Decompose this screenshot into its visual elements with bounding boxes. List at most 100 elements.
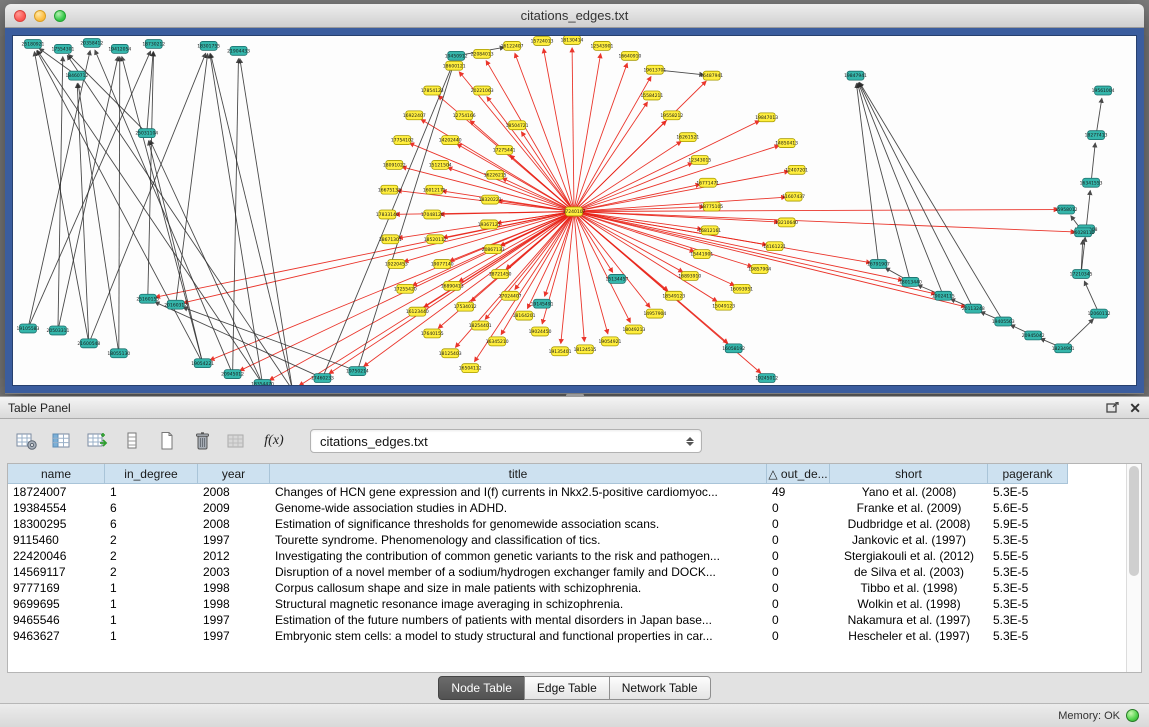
graph-node[interactable]: 17754102 <box>391 136 414 145</box>
graph-node[interactable]: 14161221 <box>763 242 786 251</box>
graph-node[interactable]: 17048120 <box>421 210 444 219</box>
graph-node[interactable]: 18721450 <box>489 269 512 278</box>
graph-node[interactable]: 16012175 <box>423 185 446 194</box>
graph-edge[interactable] <box>486 61 574 212</box>
graph-node[interactable]: 18055130 <box>107 349 130 358</box>
graph-node[interactable]: 16261521 <box>676 133 699 142</box>
column-header[interactable]: year <box>198 464 270 484</box>
delete-column-button[interactable] <box>187 427 217 455</box>
graph-node[interactable]: 18549123 <box>662 291 685 300</box>
graph-node[interactable]: 18671301 <box>379 235 402 244</box>
graph-edge[interactable] <box>574 211 903 280</box>
graph-node[interactable]: 17255420 <box>394 284 417 293</box>
column-header[interactable]: △ out_de... <box>767 464 830 484</box>
graph-node[interactable]: 16893910 <box>678 271 701 280</box>
graph-node[interactable]: 12407201 <box>785 165 808 174</box>
table-row[interactable]: 1938455462009Genome-wide association stu… <box>8 500 1141 516</box>
graph-node[interactable]: 12343015 <box>688 155 711 164</box>
graph-node[interactable]: 21904433 <box>227 46 250 55</box>
graph-node[interactable]: 19145491 <box>531 299 554 308</box>
minimize-button[interactable] <box>34 10 46 22</box>
graph-node[interactable]: 20113248 <box>962 304 985 313</box>
graph-node[interactable]: 25160155 <box>136 294 159 303</box>
graph-node[interactable]: 18460712 <box>65 71 88 80</box>
row-options-button[interactable] <box>117 427 147 455</box>
graph-node[interactable]: 19857904 <box>748 265 771 274</box>
graph-edge[interactable] <box>67 55 292 385</box>
graph-edge[interactable] <box>122 57 203 364</box>
graph-node[interactable]: 19024450 <box>529 327 552 336</box>
graph-edge[interactable] <box>572 48 574 212</box>
graph-node[interactable]: 18354470 <box>251 380 274 385</box>
zoom-button[interactable] <box>54 10 66 22</box>
table-row[interactable]: 1872400712008Changes of HCN gene express… <box>8 484 1141 500</box>
graph-node[interactable]: 18124515 <box>574 345 597 354</box>
new-column-button[interactable] <box>152 427 182 455</box>
show-columns-button[interactable] <box>47 427 77 455</box>
table-row[interactable]: 977716911998Corpus callosum shape and si… <box>8 580 1141 596</box>
import-table-button[interactable] <box>222 427 252 455</box>
graph-edge[interactable] <box>37 51 262 384</box>
graph-node[interactable]: 17024407 <box>499 291 522 300</box>
network-canvas[interactable]: 2518092117554301203584121941205418730212… <box>13 36 1136 385</box>
table-row[interactable]: 946362711997Embryonic stem cells: a mode… <box>8 628 1141 644</box>
graph-node[interactable]: 19105583 <box>17 324 40 333</box>
graph-node[interactable]: 15441901 <box>690 250 713 259</box>
network-window-titlebar[interactable]: citations_edges.txt <box>5 4 1144 28</box>
graph-node[interactable]: 15049123 <box>712 301 735 310</box>
graph-node[interactable]: 18234901 <box>1052 344 1075 353</box>
graph-node[interactable]: 25180921 <box>22 39 45 48</box>
graph-node[interactable]: 16504112 <box>459 364 482 373</box>
graph-node[interactable]: 18254401 <box>469 321 492 330</box>
graph-node[interactable]: 19561004 <box>1092 86 1115 95</box>
graph-edge[interactable] <box>856 84 878 265</box>
graph-node[interactable]: 18520112 <box>424 235 447 244</box>
graph-edge[interactable] <box>1091 143 1095 183</box>
graph-node[interactable]: 21600548 <box>77 339 100 348</box>
graph-node[interactable]: 19054221 <box>191 359 214 368</box>
tab-network-table[interactable]: Network Table <box>609 676 711 700</box>
column-header[interactable]: in_degree <box>105 464 198 484</box>
graph-node[interactable]: 19135401 <box>549 347 572 356</box>
graph-edge[interactable] <box>211 54 293 385</box>
graph-node[interactable]: 16226215 <box>484 170 507 179</box>
graph-edge[interactable] <box>78 84 119 354</box>
edit-columns-button[interactable] <box>82 427 112 455</box>
graph-edge[interactable] <box>574 210 1058 212</box>
graph-node[interactable]: 18600121 <box>443 61 466 70</box>
float-panel-button[interactable] <box>1106 402 1119 414</box>
graph-node[interactable]: 15724013 <box>531 36 554 45</box>
table-row[interactable]: 2242004622012Investigating the contribut… <box>8 548 1141 564</box>
graph-edge[interactable] <box>95 50 233 374</box>
graph-node[interactable]: 16487941 <box>700 71 723 80</box>
graph-edge[interactable] <box>574 102 647 211</box>
graph-node[interactable]: 16890413 <box>441 281 464 290</box>
graph-node[interactable]: 18277413 <box>1085 131 1108 140</box>
graph-node[interactable]: 18130414 <box>561 36 584 44</box>
table-row[interactable]: 969969511998Structural magnetic resonanc… <box>8 596 1141 612</box>
graph-node[interactable]: 18301755 <box>197 41 220 50</box>
vertical-scrollbar[interactable] <box>1126 464 1141 672</box>
graph-edge[interactable] <box>858 83 911 282</box>
graph-node[interactable]: 17460233 <box>311 374 334 383</box>
graph-node[interactable]: 18320221 <box>479 195 502 204</box>
graph-node[interactable]: 15584211 <box>640 91 663 100</box>
graph-node[interactable]: 25031104 <box>135 129 158 138</box>
graph-node[interactable]: 16791907 <box>867 260 890 269</box>
graph-node[interactable]: 16345210 <box>486 337 509 346</box>
graph-node[interactable]: 20160312 <box>164 300 187 309</box>
graph-edge[interactable] <box>860 82 1004 321</box>
table-row[interactable]: 1830029562008Estimation of significance … <box>8 516 1141 532</box>
graph-node[interactable]: 16341553 <box>1080 178 1103 187</box>
table-selector[interactable]: citations_edges.txt <box>310 429 702 453</box>
graph-node[interactable]: 19558212 <box>660 111 683 120</box>
graph-node[interactable]: 15134457 <box>606 274 629 283</box>
graph-node[interactable]: 11607437 <box>782 192 805 201</box>
graph-node[interactable]: 16093951 <box>730 284 753 293</box>
graph-node[interactable]: 19077140 <box>431 260 454 269</box>
graph-edge[interactable] <box>574 141 681 211</box>
graph-node[interactable]: 17854123 <box>421 86 444 95</box>
graph-node[interactable]: 19220453 <box>385 260 408 269</box>
graph-edge[interactable] <box>176 54 208 305</box>
graph-node[interactable]: 17554301 <box>51 44 74 53</box>
